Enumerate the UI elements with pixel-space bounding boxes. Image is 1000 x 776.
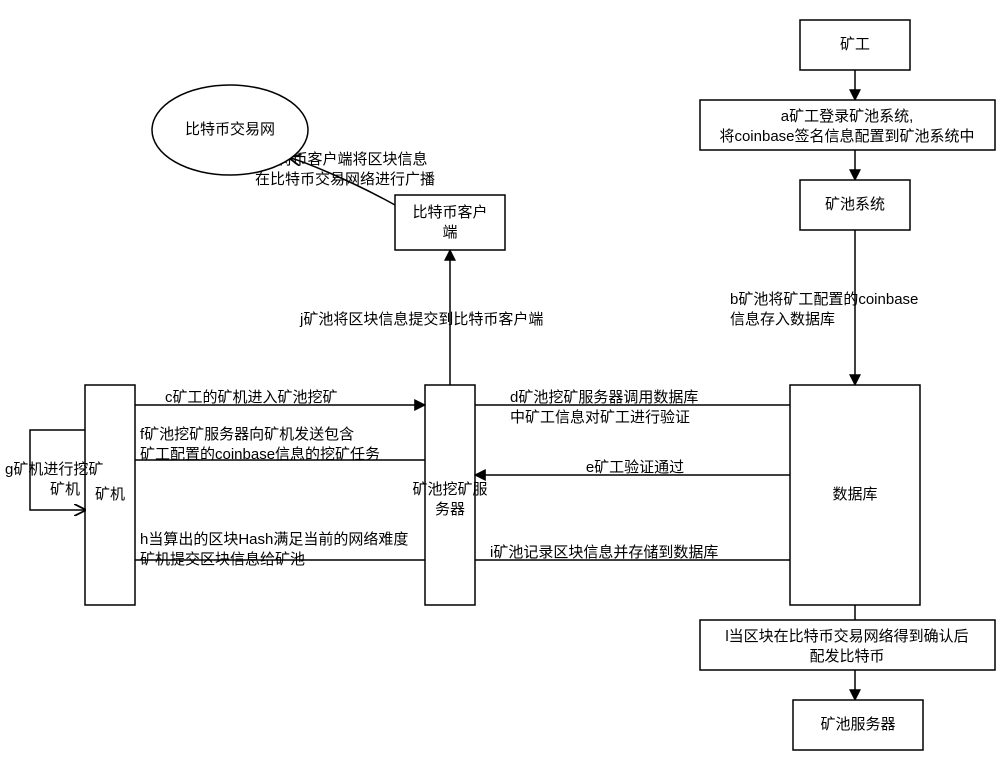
edge-c: c矿工的矿机进入矿池挖矿: [165, 389, 338, 406]
node-mining-machine-label: 矿机: [95, 486, 125, 503]
edge-h-line1: h当算出的区块Hash满足当前的网络难度: [140, 530, 408, 548]
edge-a-line1: a矿工登录矿池系统,: [781, 108, 914, 125]
edge-l-line1: l当区块在比特币交易网络得到确认后: [725, 627, 968, 645]
node-miner-label: 矿工: [840, 36, 870, 53]
node-mining-server-line2: 务器: [435, 501, 465, 518]
edge-k-line2: 在比特币交易网络进行广播: [255, 170, 435, 188]
edge-l-line2: 配发比特币: [809, 648, 884, 665]
diagram-canvas: 矿工 a矿工登录矿池系统, 将coinbase签名信息配置到矿池系统中 矿池系统…: [0, 0, 1000, 776]
edge-a-line2: 将coinbase签名信息配置到矿池系统中: [719, 128, 974, 145]
edge-g-line1: g矿机进行挖矿: [5, 461, 103, 478]
edge-b-line2: 信息存入数据库: [730, 311, 835, 328]
node-btc-client-line1: 比特币客户: [412, 204, 487, 221]
edge-i: i矿池记录区块信息并存储到数据库: [490, 544, 718, 561]
edge-j: j矿池将区块信息提交到比特币客户端: [299, 310, 543, 328]
node-pool-system-label: 矿池系统: [825, 196, 885, 213]
node-btc-client-line2: 端: [442, 224, 457, 241]
edge-f-line1: f矿池挖矿服务器向矿机发送包含: [140, 426, 354, 443]
edge-d-line2: 中矿工信息对矿工进行验证: [510, 409, 690, 426]
edge-g-line2: 矿机: [50, 481, 80, 498]
edge-d-line1: d矿池挖矿服务器调用数据库: [510, 389, 698, 406]
node-btc-net-label: 比特币交易网: [185, 120, 275, 138]
node-database-label: 数据库: [832, 486, 877, 503]
edge-h-line2: 矿机提交区块信息给矿池: [140, 550, 305, 568]
edge-b-line1: b矿池将矿工配置的coinbase: [730, 291, 918, 308]
edge-e: e矿工验证通过: [586, 459, 684, 476]
node-pool-server-label: 矿池服务器: [820, 716, 895, 733]
node-mining-server-line1: 矿池挖矿服: [412, 481, 487, 498]
edge-f-line2: 矿工配置的coinbase信息的挖矿任务: [140, 446, 380, 463]
